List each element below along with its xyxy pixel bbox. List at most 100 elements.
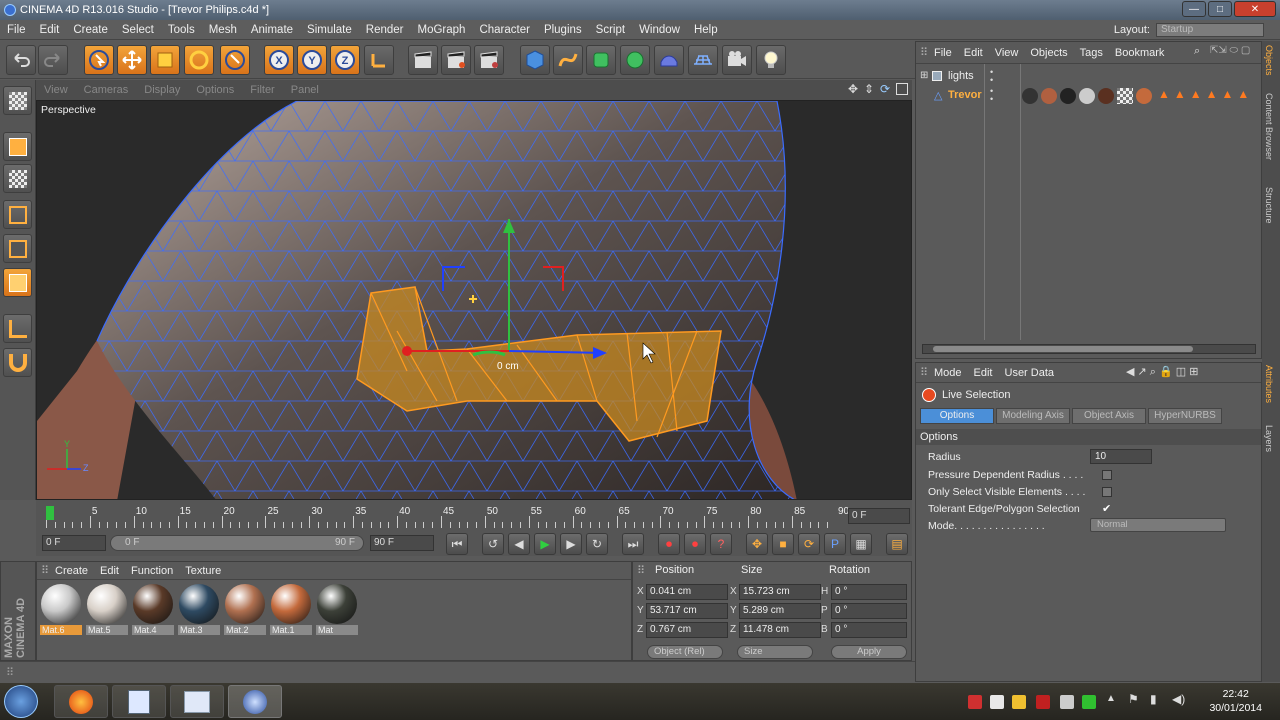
floor-button[interactable]	[688, 45, 718, 75]
material-menu-edit[interactable]: Edit	[94, 562, 125, 580]
timeline-ruler[interactable]: 051015202530354045505560657075808590 0 F	[36, 500, 912, 532]
autokey-button[interactable]: ⏺	[684, 533, 706, 555]
tab-modeling-axis[interactable]: Modeling Axis	[996, 408, 1070, 424]
viewport-menu-cameras[interactable]: Cameras	[76, 80, 137, 100]
render-view-button[interactable]	[408, 45, 438, 75]
current-frame-field[interactable]: 0 F	[848, 508, 910, 524]
key-position-button[interactable]: ✥	[746, 533, 768, 555]
goto-start-button[interactable]: ⏮	[446, 533, 468, 555]
spline-tools-button[interactable]	[553, 45, 583, 75]
tray-app-icon[interactable]	[1082, 695, 1096, 709]
viewport-menu-options[interactable]: Options	[188, 80, 242, 100]
position-z-field[interactable]: 0.767 cm	[646, 622, 728, 638]
texture-tag-icon[interactable]	[1079, 88, 1095, 104]
viewport-menu-panel[interactable]: Panel	[283, 80, 327, 100]
texture-mode-button[interactable]	[3, 164, 32, 193]
menu-edit[interactable]: Edit	[33, 20, 67, 40]
horizontal-scrollbar[interactable]	[922, 344, 1256, 354]
menu-mograph[interactable]: MoGraph	[411, 20, 473, 40]
visibility-dots[interactable]: • •	[990, 68, 993, 85]
object-menu-bookmark[interactable]: Bookmark	[1109, 42, 1171, 64]
object-menu-objects[interactable]: Objects	[1024, 42, 1073, 64]
tab-object-axis[interactable]: Object Axis	[1072, 408, 1146, 424]
menu-character[interactable]: Character	[472, 20, 537, 40]
taskbar-clock[interactable]: 22:42 30/01/2014	[1209, 687, 1262, 715]
object-menu-view[interactable]: View	[989, 42, 1025, 64]
live-selection-button[interactable]	[84, 45, 114, 75]
object-menu-file[interactable]: File	[928, 42, 958, 64]
model-mode-button[interactable]	[3, 132, 32, 161]
texture-tag-icon[interactable]	[1041, 88, 1057, 104]
timeline-window-button[interactable]: ▤	[886, 533, 908, 555]
rotate-tool-button[interactable]	[184, 45, 214, 75]
viewport-menu-view[interactable]: View	[36, 80, 76, 100]
goto-end-button[interactable]: ⏭	[622, 533, 644, 555]
search-icon[interactable]: ⌕	[1194, 45, 1200, 58]
volume-icon[interactable]: ◀)	[1172, 692, 1185, 706]
viewport-menu-filter[interactable]: Filter	[242, 80, 282, 100]
tab-hypernurbs[interactable]: HyperNURBS	[1148, 408, 1222, 424]
viewport-rotate-icon[interactable]: ⟳	[880, 82, 890, 96]
rotation-h-field[interactable]: 0 °	[831, 584, 907, 600]
menu-help[interactable]: Help	[687, 20, 725, 40]
end-frame-field[interactable]: 90 F	[370, 535, 434, 551]
material-swatch[interactable]: Mat.3	[178, 584, 220, 636]
menu-select[interactable]: Select	[115, 20, 161, 40]
texture-tag-icon[interactable]	[1098, 88, 1114, 104]
texture-tag-icon[interactable]	[1060, 88, 1076, 104]
render-settings-button[interactable]	[474, 45, 504, 75]
close-button[interactable]: ✕	[1234, 1, 1276, 17]
start-button[interactable]	[4, 685, 38, 718]
menu-script[interactable]: Script	[589, 20, 632, 40]
radius-field[interactable]: 10	[1090, 449, 1152, 464]
object-name[interactable]: lights	[948, 70, 974, 82]
rotation-p-field[interactable]: 0 °	[831, 603, 907, 619]
menu-animate[interactable]: Animate	[244, 20, 300, 40]
prev-key-button[interactable]: ↺	[482, 533, 504, 555]
material-swatch[interactable]: Mat	[316, 584, 358, 636]
position-x-field[interactable]: 0.041 cm	[646, 584, 728, 600]
tray-app-icon[interactable]	[990, 695, 1004, 709]
menu-file[interactable]: File	[0, 20, 33, 40]
panel-grip-icon[interactable]: ⠿	[37, 564, 49, 577]
menu-tools[interactable]: Tools	[161, 20, 202, 40]
taskbar-notepad[interactable]	[112, 685, 166, 718]
minimize-button[interactable]: —	[1182, 1, 1206, 17]
panel-icons[interactable]: ⇱⇲ ⬭ ▢	[1210, 45, 1250, 56]
viewport-toggle-icon[interactable]	[896, 83, 908, 95]
edge-mode-button[interactable]	[3, 234, 32, 263]
scale-tool-button[interactable]	[150, 45, 180, 75]
playhead-marker[interactable]	[46, 506, 54, 520]
array-button[interactable]	[620, 45, 650, 75]
visibility-dots[interactable]: • •	[990, 87, 993, 104]
panel-grip-icon[interactable]: ⠿	[637, 564, 645, 577]
material-menu-function[interactable]: Function	[125, 562, 179, 580]
show-hidden-icons[interactable]: ▲	[1106, 693, 1116, 704]
next-key-button[interactable]: ↻	[586, 533, 608, 555]
viewport-zoom-icon[interactable]: ⇕	[864, 82, 874, 96]
deformer-button[interactable]	[654, 45, 684, 75]
mode-dropdown[interactable]: Normal	[1090, 518, 1226, 532]
polygon-mode-button[interactable]	[3, 268, 32, 297]
key-parameter-button[interactable]: P	[824, 533, 846, 555]
network-icon[interactable]: ▮	[1150, 692, 1157, 706]
coordinate-system-button[interactable]	[364, 45, 394, 75]
size-z-field[interactable]: 11.478 cm	[739, 622, 821, 638]
attribute-menu-mode[interactable]: Mode	[928, 363, 968, 383]
object-menu-tags[interactable]: Tags	[1074, 42, 1109, 64]
texture-tag-icon[interactable]	[1136, 88, 1152, 104]
apply-button[interactable]: Apply	[831, 645, 907, 659]
tab-options[interactable]: Options	[920, 408, 994, 424]
menu-plugins[interactable]: Plugins	[537, 20, 589, 40]
start-frame-field[interactable]: 0 F	[42, 535, 106, 551]
size-mode-dropdown[interactable]: Size	[737, 645, 813, 659]
attribute-nav-icons[interactable]: ◀ ↗ ⌕ 🔒 ◫ ⊞	[1126, 365, 1198, 379]
taskbar-cinema4d[interactable]	[228, 685, 282, 718]
panel-grip-icon[interactable]: ⠿	[916, 366, 928, 379]
expand-icon[interactable]: ⊞	[920, 70, 928, 81]
cube-primitive-button[interactable]	[520, 45, 550, 75]
taskbar-explorer[interactable]	[170, 685, 224, 718]
tolerant-selection-checkbox[interactable]: ✔	[1102, 501, 1111, 517]
object-row-trevor[interactable]: △ Trevor • • ▲▲▲▲▲▲	[916, 87, 1261, 105]
tab-structure-vertical[interactable]: Structure	[1264, 187, 1274, 224]
